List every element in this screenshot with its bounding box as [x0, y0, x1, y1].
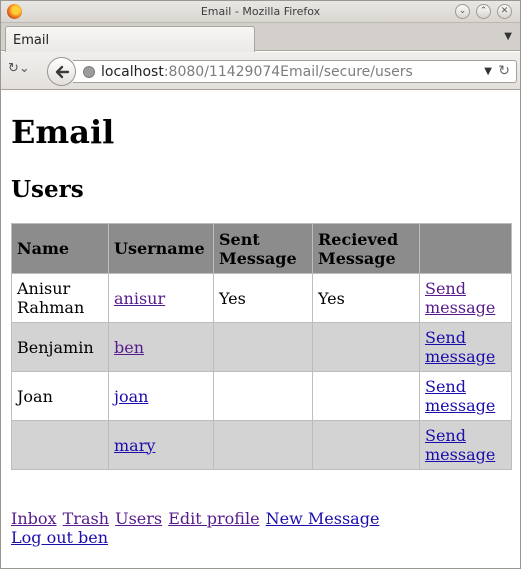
- cell-sent: [213, 322, 313, 372]
- cell-name: Benjamin: [11, 322, 109, 372]
- table-row: Anisur Rahman anisur Yes Yes Send messag…: [11, 273, 512, 323]
- cell-username: ben: [108, 322, 214, 372]
- username-link[interactable]: ben: [114, 338, 144, 357]
- history-button[interactable]: ↻⌄: [8, 61, 36, 81]
- back-button[interactable]: [47, 57, 76, 86]
- table-row: Benjamin ben Send message: [11, 322, 512, 372]
- reload-icon[interactable]: ↻: [498, 63, 510, 79]
- tab-label: Email: [13, 33, 50, 48]
- cell-name: Anisur Rahman: [11, 273, 109, 323]
- column-header-username: Username: [108, 223, 214, 274]
- new-message-link[interactable]: New Message: [266, 509, 380, 528]
- globe-icon: [83, 66, 95, 78]
- window-title: Email - Mozilla Firefox: [200, 5, 321, 18]
- close-icon: ✕: [500, 6, 509, 16]
- tab-strip: Email ▼: [1, 23, 520, 52]
- tab-list-button[interactable]: ▼: [504, 31, 512, 42]
- send-message-link[interactable]: Send message: [425, 279, 495, 317]
- cell-action: Send message: [419, 322, 512, 372]
- username-link[interactable]: anisur: [114, 289, 165, 308]
- table-row: Joan joan Send message: [11, 371, 512, 421]
- cell-received: [312, 322, 420, 372]
- inbox-link[interactable]: Inbox: [11, 509, 57, 528]
- cell-received: [312, 420, 420, 470]
- users-table: Name Username Sent Message Recieved Mess…: [11, 223, 512, 470]
- send-message-link[interactable]: Send message: [425, 328, 495, 366]
- edit-profile-link[interactable]: Edit profile: [168, 509, 259, 528]
- cell-received: [312, 371, 420, 421]
- cell-action: Send message: [419, 420, 512, 470]
- cell-sent: [213, 371, 313, 421]
- column-header-sent: Sent Message: [213, 223, 313, 274]
- cell-action: Send message: [419, 273, 512, 323]
- history-icon: ↻⌄: [8, 61, 30, 76]
- cell-action: Send message: [419, 371, 512, 421]
- chevron-up-icon: ⌃: [479, 6, 488, 16]
- send-message-link[interactable]: Send message: [425, 426, 495, 464]
- cell-name: Joan: [11, 371, 109, 421]
- table-header-row: Name Username Sent Message Recieved Mess…: [11, 223, 512, 274]
- chevron-down-icon: ⌄: [458, 6, 467, 16]
- url-path: :8080/11429074Email/secure/users: [163, 64, 413, 80]
- username-link[interactable]: joan: [114, 387, 148, 406]
- page-title: Email: [11, 113, 115, 151]
- cell-sent: [213, 420, 313, 470]
- url-host: localhost: [101, 64, 164, 80]
- close-button[interactable]: ✕: [497, 4, 512, 19]
- url-dropdown-icon[interactable]: ▼: [484, 66, 492, 77]
- navigation-bar: ↻⌄ localhost:8080/11429074Email/secure/u…: [1, 52, 520, 90]
- tab-email[interactable]: Email: [5, 26, 255, 52]
- back-arrow-icon: [55, 65, 70, 79]
- title-bar: Email - Mozilla Firefox ⌄ ⌃ ✕: [1, 1, 520, 23]
- trash-link[interactable]: Trash: [63, 509, 109, 528]
- minimize-button[interactable]: ⌄: [455, 4, 470, 19]
- cell-username: mary: [108, 420, 214, 470]
- cell-name: [11, 420, 109, 470]
- url-bar[interactable]: localhost:8080/11429074Email/secure/user…: [73, 60, 517, 83]
- column-header-received: Recieved Message: [312, 223, 420, 274]
- cell-username: anisur: [108, 273, 214, 323]
- maximize-button[interactable]: ⌃: [476, 4, 491, 19]
- logout-link[interactable]: Log out ben: [11, 528, 108, 547]
- page-content: Email Users Name Username Sent Message R…: [1, 91, 520, 568]
- column-header-action: [419, 223, 512, 274]
- footer-nav: Inbox Trash Users Edit profile New Messa…: [11, 509, 511, 547]
- cell-username: joan: [108, 371, 214, 421]
- browser-window: Email - Mozilla Firefox ⌄ ⌃ ✕ Email ▼ ↻⌄…: [0, 0, 521, 569]
- table-row: mary Send message: [11, 420, 512, 470]
- url-text[interactable]: localhost:8080/11429074Email/secure/user…: [101, 64, 413, 80]
- column-header-name: Name: [11, 223, 109, 274]
- users-link[interactable]: Users: [115, 509, 162, 528]
- cell-sent: Yes: [213, 273, 313, 323]
- username-link[interactable]: mary: [114, 436, 155, 455]
- section-title: Users: [11, 176, 84, 203]
- cell-received: Yes: [312, 273, 420, 323]
- send-message-link[interactable]: Send message: [425, 377, 495, 415]
